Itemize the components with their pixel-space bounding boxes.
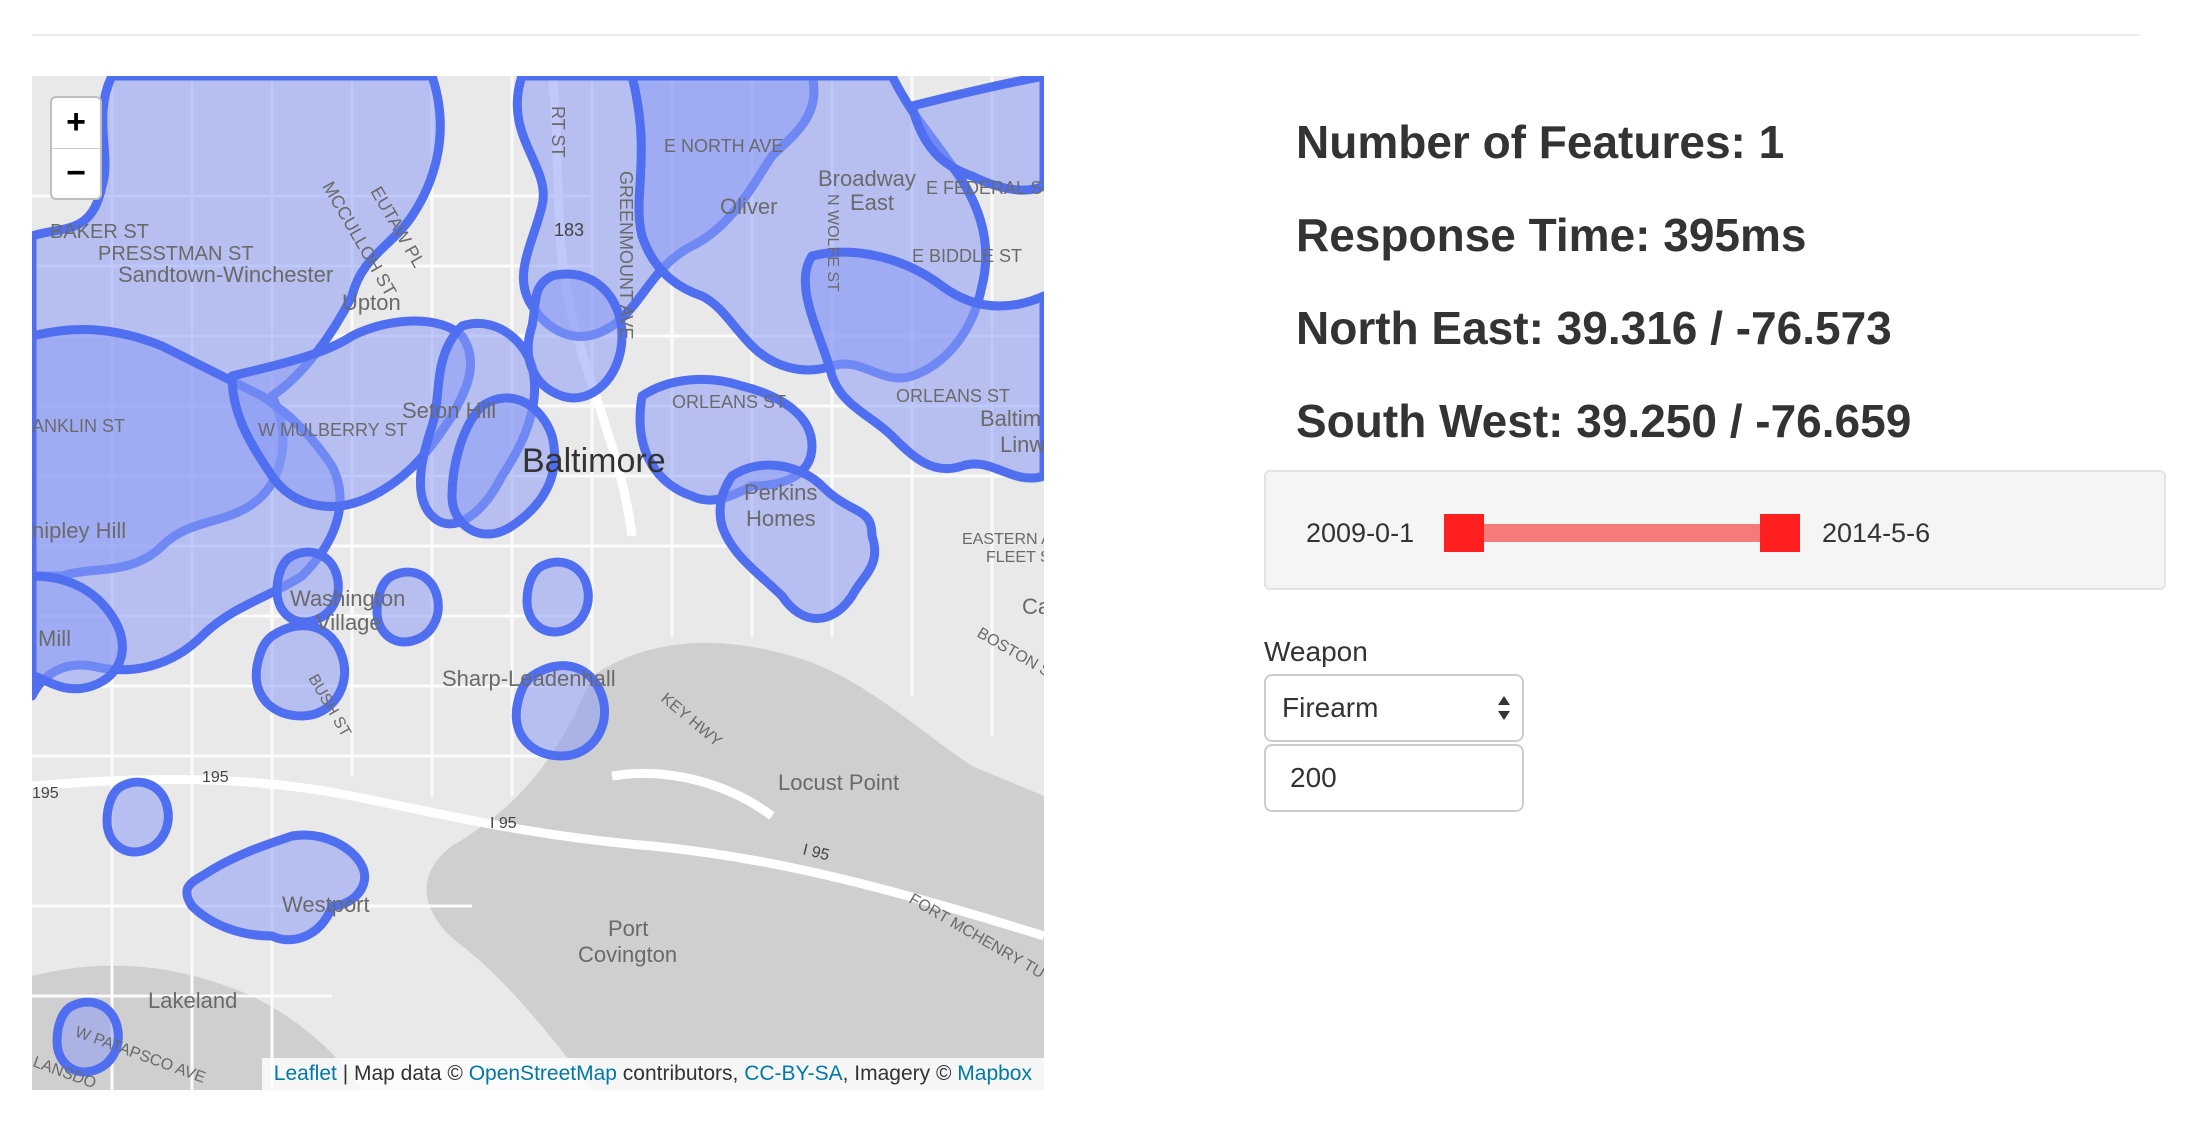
date-range-min-label: 2009-0-1 xyxy=(1306,518,1415,548)
label-fleet-st: FLEET S xyxy=(986,549,1044,566)
label-franklin-st: ANKLIN ST xyxy=(32,416,125,436)
label-lakeland: Lakeland xyxy=(148,988,237,1013)
label-i195-1: 195 xyxy=(202,769,229,786)
date-range-slider-track[interactable] xyxy=(1472,524,1778,542)
zoom-in-button[interactable]: + xyxy=(52,98,100,149)
weapon-label: Weapon xyxy=(1264,636,1368,667)
zoom-control: + − xyxy=(50,96,102,200)
select-arrows-icon xyxy=(1498,696,1510,720)
attribution-sep: | Map data © xyxy=(336,1062,469,1085)
label-greenmount-ave: GREENMOUNT AVE xyxy=(616,171,636,339)
feature-count: Number of Features: 1 xyxy=(1296,116,1785,168)
label-i95-3: I 95 xyxy=(490,815,517,832)
label-sandtown: Sandtown-Winchester xyxy=(118,262,333,287)
label-covington: Covington xyxy=(578,942,677,967)
label-route-183: 183 xyxy=(554,220,584,240)
label-street-rt: RT ST xyxy=(548,106,568,157)
label-eastern-ave: EASTERN A xyxy=(962,531,1044,548)
label-w-mulberry-st: W MULBERRY ST xyxy=(258,420,407,440)
label-shipley-hill: nipley Hill xyxy=(32,518,126,543)
label-e-north-ave: E NORTH AVE xyxy=(664,136,783,156)
date-range-max-handle[interactable] xyxy=(1760,514,1800,552)
label-perkins: Perkins xyxy=(744,480,817,505)
map-tiles[interactable]: BAKER ST PRESSTMAN ST Sandtown-Wincheste… xyxy=(32,76,1044,1090)
label-port: Port xyxy=(608,916,648,941)
openstreetmap-link[interactable]: OpenStreetMap xyxy=(469,1062,617,1085)
label-sharp-leadenhall: Sharp-Leadenhall xyxy=(442,666,616,691)
weapon-select[interactable]: Firearm xyxy=(1264,674,1524,742)
label-broadway: Broadway xyxy=(818,166,916,191)
label-canton: Ca xyxy=(1022,594,1044,619)
north-east-bounds: North East: 39.316 / -76.573 xyxy=(1296,302,1892,354)
label-oliver: Oliver xyxy=(720,194,777,219)
stats-panel: Number of Features: 1 Response Time: 395… xyxy=(1296,112,1911,484)
label-i195-2: 195 xyxy=(32,785,59,802)
mapbox-link[interactable]: Mapbox xyxy=(957,1062,1032,1085)
count-input-value: 200 xyxy=(1290,762,1337,793)
weapon-select-value: Firearm xyxy=(1282,692,1379,723)
label-homes: Homes xyxy=(746,506,816,531)
cc-by-sa-link[interactable]: CC-BY-SA xyxy=(744,1062,842,1085)
date-range-max-label: 2014-5-6 xyxy=(1822,518,1931,548)
label-n-wolfe-st: N WOLFE ST xyxy=(824,194,841,292)
top-divider xyxy=(32,34,2140,36)
map[interactable]: BAKER ST PRESSTMAN ST Sandtown-Wincheste… xyxy=(32,76,1044,1090)
label-orleans-st-2: ORLEANS ST xyxy=(896,386,1010,406)
label-city-baltimore: Baltimore xyxy=(522,442,666,480)
map-attribution: Leaflet | Map data © OpenStreetMap contr… xyxy=(261,1058,1044,1090)
label-e-biddle-st: E BIDDLE ST xyxy=(912,246,1022,266)
label-locust-point: Locust Point xyxy=(778,770,899,795)
leaflet-link[interactable]: Leaflet xyxy=(274,1062,337,1085)
count-input[interactable]: 200 xyxy=(1264,744,1524,812)
label-e-federal-st: E FEDERAL ST xyxy=(926,178,1044,198)
label-baltimore-linwood-2: Linw xyxy=(1000,432,1044,457)
label-baltimore-linwood-1: Baltim xyxy=(980,406,1041,431)
label-washington: Washington xyxy=(290,586,405,611)
label-village: Village xyxy=(316,610,382,635)
attribution-contributors: contributors, xyxy=(616,1062,745,1085)
attribution-imagery: , Imagery © xyxy=(842,1062,958,1085)
label-mill-hill: Mill xyxy=(38,626,71,651)
label-orleans-st-1: ORLEANS ST xyxy=(672,392,786,412)
label-baker-st: BAKER ST xyxy=(50,221,149,243)
label-east: East xyxy=(850,190,894,215)
response-time: Response Time: 395ms xyxy=(1296,209,1807,261)
date-range-min-handle[interactable] xyxy=(1444,514,1484,552)
date-range-well: 2009-0-1 2014-5-6 xyxy=(1264,470,2166,590)
label-seton-hill: Seton Hill xyxy=(402,398,496,423)
zoom-out-button[interactable]: − xyxy=(52,149,100,199)
label-westport: Westport xyxy=(282,892,370,917)
